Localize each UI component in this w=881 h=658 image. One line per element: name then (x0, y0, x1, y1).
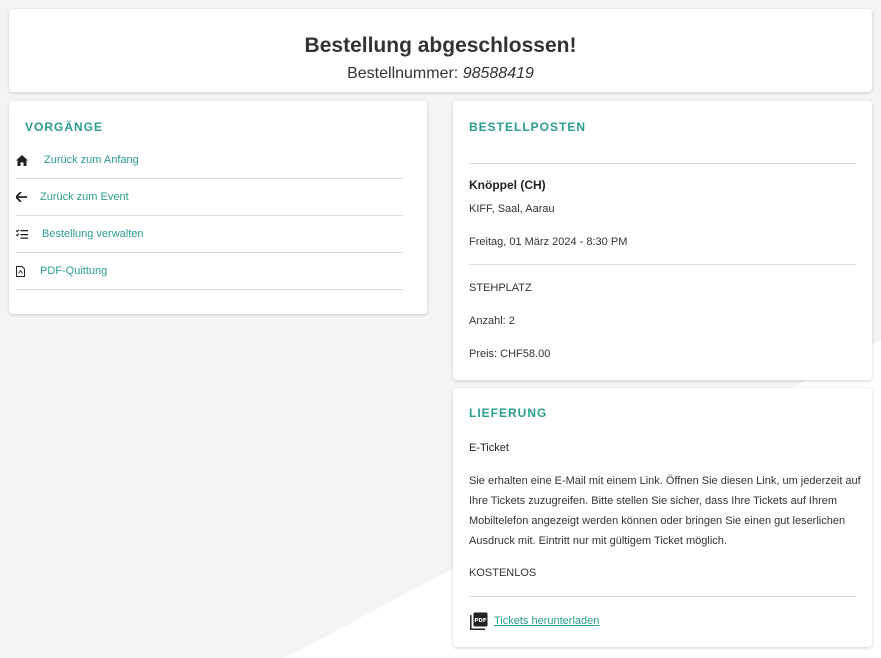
pdf-icon-text: PDF (474, 618, 487, 624)
event-date: Freitag, 01 März 2024 - 8:30 PM (469, 236, 628, 248)
download-tickets-label: Tickets herunterladen (494, 615, 600, 627)
divider (469, 596, 856, 597)
menu-item-manage-order[interactable]: Bestellung verwalten (16, 216, 403, 253)
checklist-icon (16, 229, 42, 239)
menu-item-label: Zurück zum Event (40, 191, 129, 203)
arrow-left-icon (16, 192, 40, 202)
menu-item-back-to-event[interactable]: Zurück zum Event (16, 179, 403, 216)
ticket-quantity: Anzahl: 2 (469, 315, 515, 327)
page-title: Bestellung abgeschlossen! (304, 34, 577, 57)
order-items-card: BESTELLPOSTEN Knöppel (CH) KIFF, Saal, A… (453, 101, 872, 380)
menu-item-label: Bestellung verwalten (42, 228, 144, 240)
event-venue: KIFF, Saal, Aarau (469, 203, 555, 215)
divider (469, 264, 856, 265)
pdf-download-icon: PDF (470, 612, 488, 630)
delivery-card: LIEFERUNG E-Ticket Sie erhalten eine E-M… (453, 388, 872, 647)
order-number-line: Bestellnummer: 98588419 (9, 65, 872, 83)
divider (469, 163, 856, 164)
delivery-title: LIEFERUNG (469, 406, 548, 420)
actions-title: VORGÄNGE (25, 120, 104, 134)
ticket-price: Preis: CHF58.00 (469, 348, 551, 360)
menu-item-label: Zurück zum Anfang (44, 154, 139, 166)
delivery-description: Sie erhalten eine E-Mail mit einem Link.… (469, 475, 861, 547)
ticket-type: STEHPLATZ (469, 282, 532, 294)
home-icon (16, 154, 44, 166)
event-name: Knöppel (CH) (469, 178, 546, 192)
delivery-cost: KOSTENLOS (469, 567, 537, 579)
order-items-title: BESTELLPOSTEN (469, 120, 587, 134)
download-tickets-link[interactable]: PDF Tickets herunterladen (470, 612, 599, 630)
order-confirmation-header: Bestellung abgeschlossen! Bestellnummer:… (9, 9, 872, 92)
order-number-label: Bestellnummer: (347, 65, 459, 82)
menu-item-label: PDF-Quittung (40, 265, 108, 277)
menu-item-back-to-start[interactable]: Zurück zum Anfang (16, 142, 403, 179)
order-number-value: 98588419 (462, 65, 534, 82)
pdf-file-icon (16, 265, 40, 277)
menu-item-pdf-receipt[interactable]: PDF-Quittung (16, 253, 403, 290)
delivery-method: E-Ticket (469, 442, 509, 454)
